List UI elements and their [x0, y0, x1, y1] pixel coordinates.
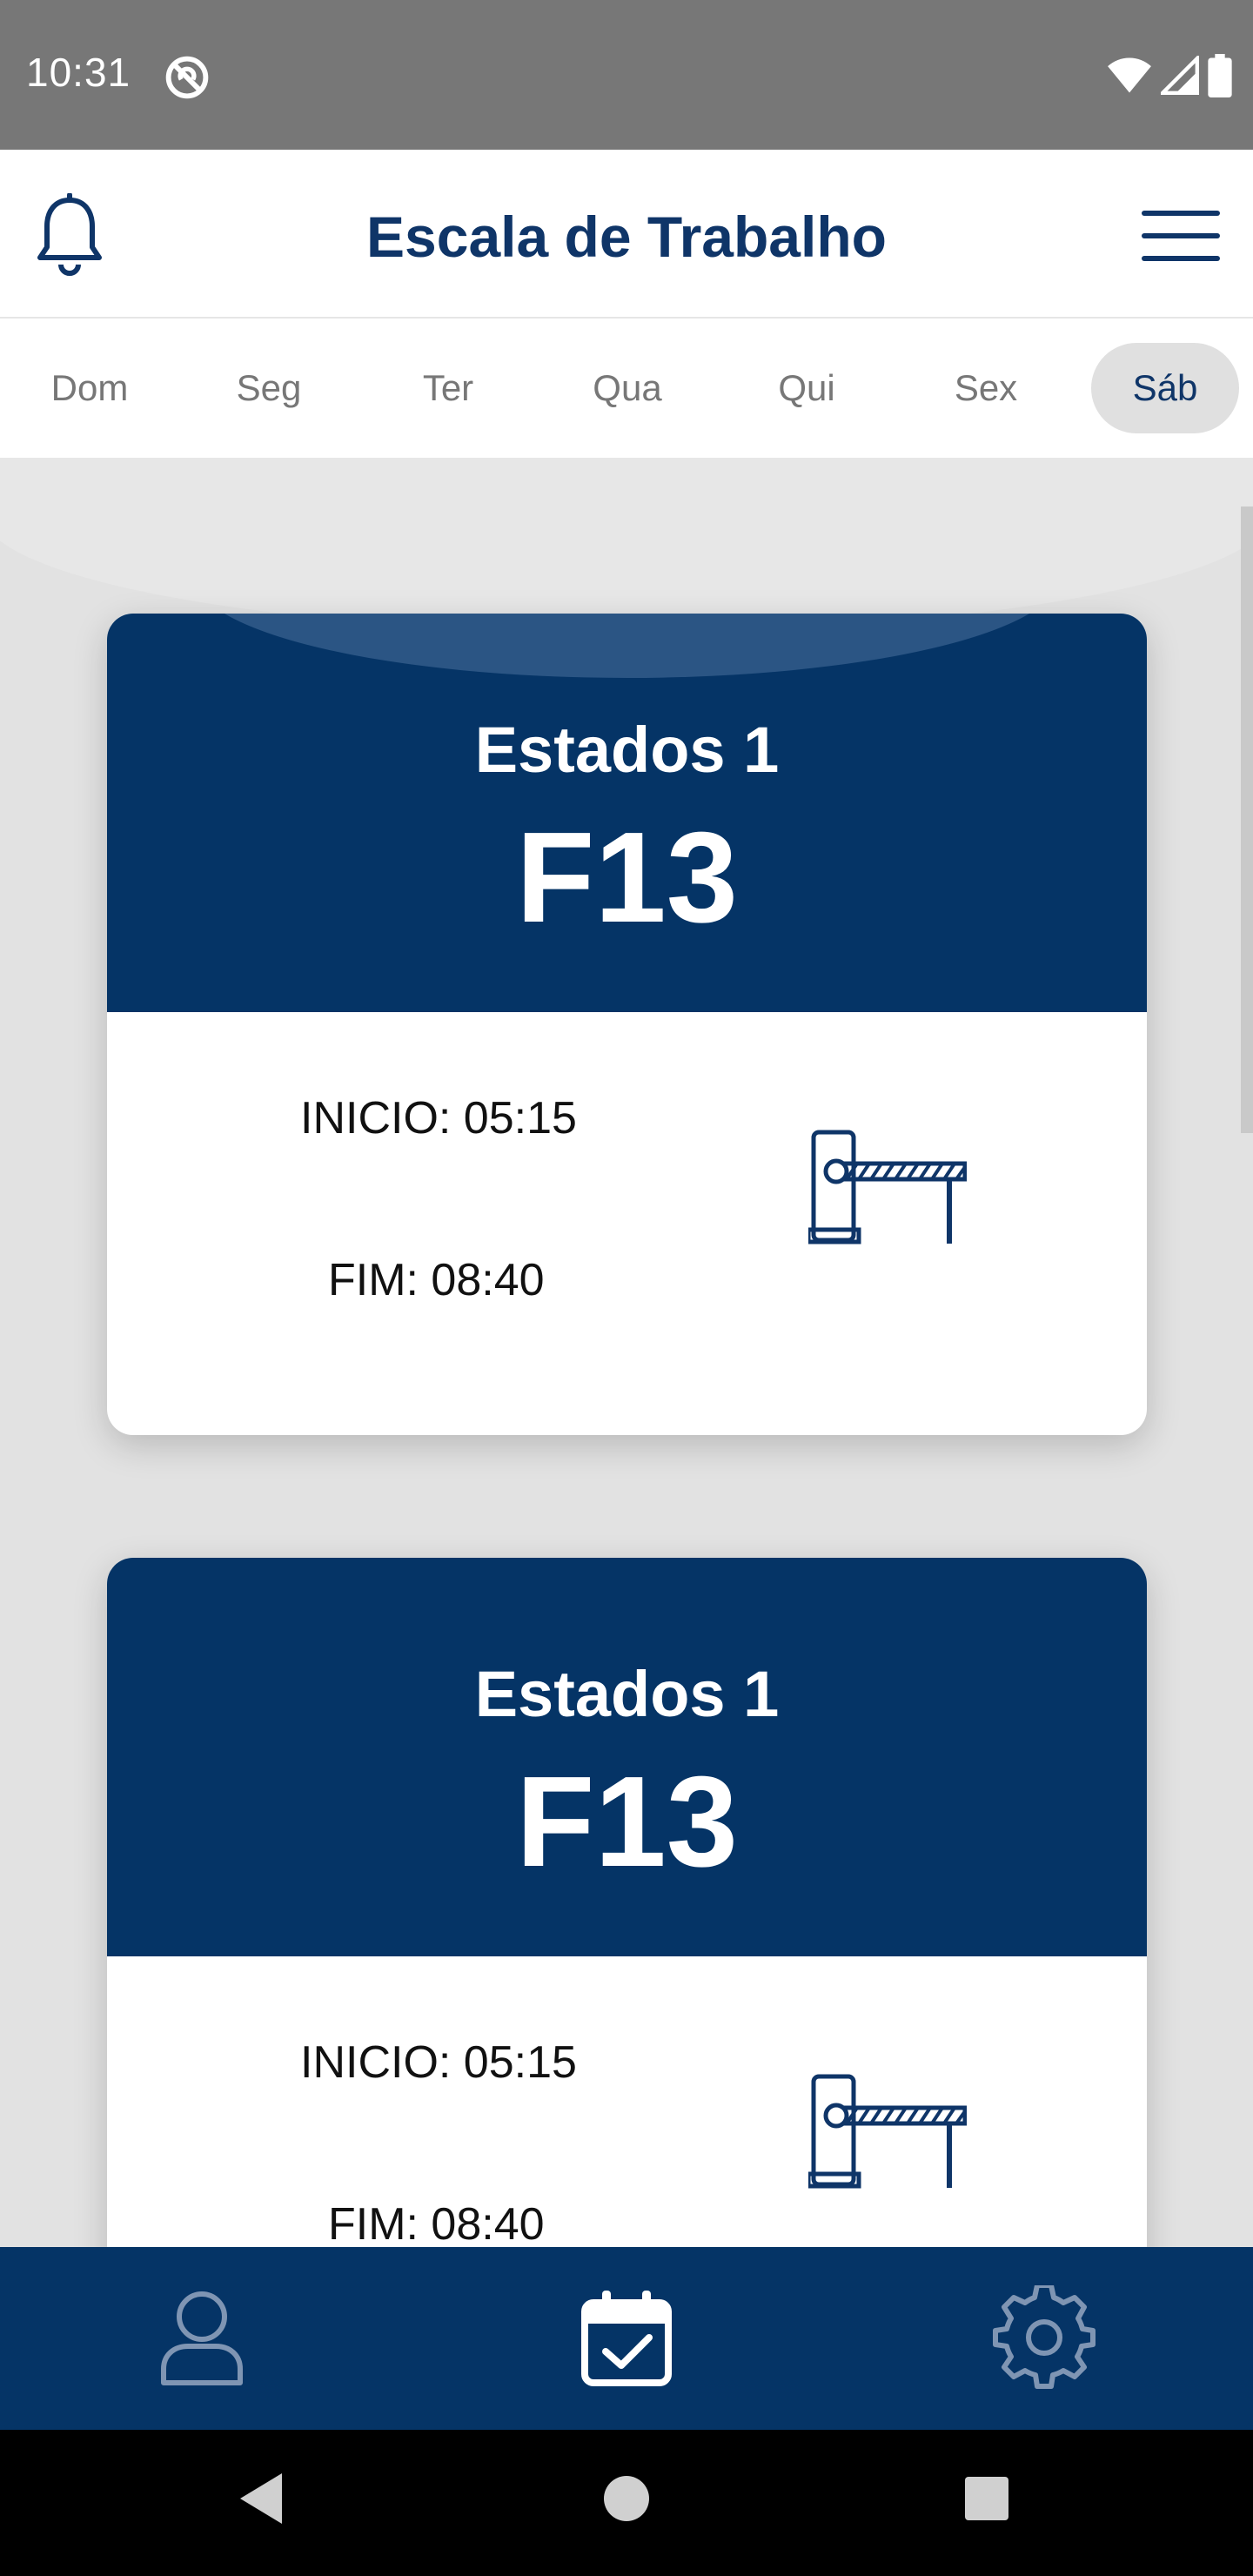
- shift-location: Estados 1: [474, 714, 780, 786]
- scrollbar[interactable]: [1241, 506, 1253, 1133]
- home-icon[interactable]: [602, 2470, 651, 2527]
- system-nav-bar: [0, 2430, 1253, 2576]
- shift-start: INICIO: 05:15: [300, 2037, 577, 2088]
- shift-end: FIM: 08:40: [328, 1255, 545, 1305]
- recents-icon[interactable]: [962, 2470, 1011, 2527]
- tab-sab[interactable]: Sáb: [1091, 343, 1239, 433]
- shift-card-header: Estados 1 F13: [107, 614, 1147, 1012]
- page-title: Escala de Trabalho: [366, 205, 887, 269]
- shift-card[interactable]: Estados 1 F13 INICIO: 05:15 FIM: 08:40: [107, 1558, 1147, 2247]
- tab-qua[interactable]: Qua: [538, 343, 717, 433]
- shift-card-header: Estados 1 F13: [107, 1558, 1147, 1956]
- shift-end: FIM: 08:40: [328, 2199, 545, 2247]
- signal-icon: [1161, 56, 1199, 95]
- battery-icon: [1208, 54, 1232, 97]
- back-icon[interactable]: [237, 2470, 285, 2527]
- shift-location: Estados 1: [474, 1658, 780, 1730]
- tab-sex[interactable]: Sex: [896, 343, 1075, 433]
- tab-dom[interactable]: Dom: [0, 343, 179, 433]
- background-arc: [0, 458, 1253, 632]
- status-time: 10:31: [26, 50, 131, 95]
- gear-icon[interactable]: [992, 2285, 1096, 2390]
- shift-card-body: INICIO: 05:15 FIM: 08:40: [107, 1956, 1147, 2247]
- barrier-gate-icon: [808, 1130, 967, 1244]
- shift-card-body: INICIO: 05:15 FIM: 08:40: [107, 1012, 1147, 1435]
- shift-code: F13: [515, 1750, 739, 1894]
- bottom-nav: [0, 2247, 1253, 2430]
- tab-qui[interactable]: Qui: [717, 343, 896, 433]
- shift-card[interactable]: Estados 1 F13 INICIO: 05:15 FIM: 08:40: [107, 614, 1147, 1435]
- calendar-check-icon[interactable]: [574, 2285, 679, 2390]
- shift-start: INICIO: 05:15: [300, 1093, 577, 1144]
- shift-code: F13: [515, 806, 739, 949]
- app-header: Escala de Trabalho: [0, 150, 1253, 319]
- user-icon[interactable]: [150, 2285, 254, 2390]
- tab-ter[interactable]: Ter: [358, 343, 538, 433]
- day-selector: Dom Seg Ter Qua Qui Sex Sáb: [0, 319, 1253, 458]
- tab-seg[interactable]: Seg: [179, 343, 358, 433]
- schedule-list[interactable]: Estados 1 F13 INICIO: 05:15 FIM: 08:40 E…: [0, 458, 1253, 2247]
- wifi-icon: [1108, 57, 1151, 93]
- barrier-gate-icon: [808, 2074, 967, 2189]
- menu-icon[interactable]: [1142, 207, 1220, 265]
- status-bar: 10:31: [0, 0, 1253, 150]
- do-not-disturb-icon: [165, 56, 209, 99]
